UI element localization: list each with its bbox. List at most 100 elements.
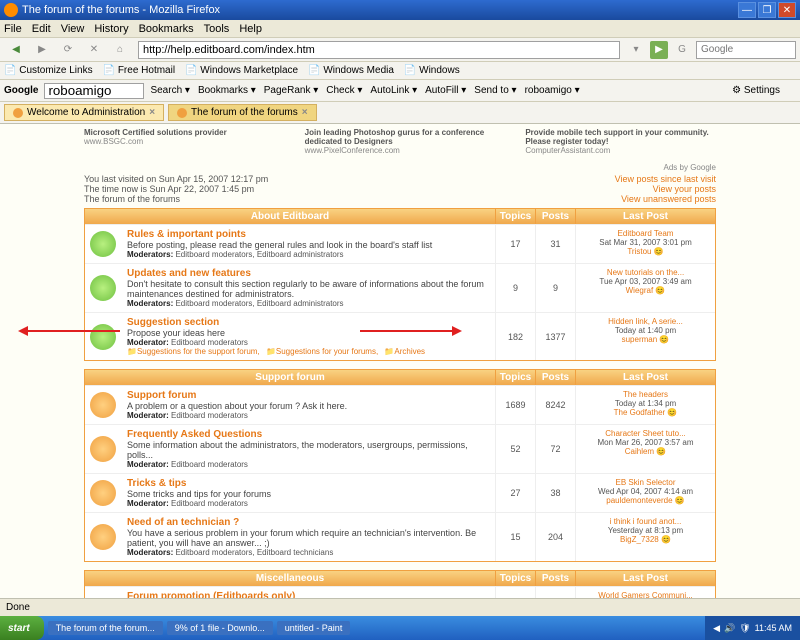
tab-close-icon[interactable]: × [302,107,308,118]
forum-link[interactable]: Forum promotion (Editboards only) [127,591,489,598]
maximize-button[interactable]: ❐ [758,2,776,18]
forum-moderators: Moderators: Editboard moderators, Editbo… [127,299,489,308]
last-post[interactable]: Editboard TeamSat Mar 31, 2007 3:01 pmTr… [575,225,715,263]
browser-tab[interactable]: The forum of the forums× [168,104,317,121]
reload-button[interactable]: ⟳ [56,40,80,60]
forum-status-icon [90,480,116,506]
view-unanswered-link[interactable]: View unanswered posts [621,194,716,204]
clock: 11:45 AM [755,623,792,633]
url-input[interactable]: http://help.editboard.com/index.htm [138,41,620,59]
gtoolbar-item[interactable]: roboamigo ▾ [525,85,580,96]
menu-bookmarks[interactable]: Bookmarks [139,23,194,35]
menu-history[interactable]: History [94,23,128,35]
menu-edit[interactable]: Edit [32,23,51,35]
forum-status-icon [90,231,116,257]
forum-row: Rules & important points Before posting,… [85,224,715,263]
stop-button[interactable]: ✕ [82,40,106,60]
search-input[interactable] [696,41,796,59]
forum-description: Some tricks and tips for your forums [127,489,489,499]
start-button[interactable]: start [0,616,44,640]
forum-description: You have a serious problem in your forum… [127,528,489,548]
last-post[interactable]: Character Sheet tuto...Mon Mar 26, 2007 … [575,425,715,473]
bookmark-link[interactable]: 📄 Windows [404,65,460,76]
subforum-link[interactable]: 📁Suggestions for your forums, [266,347,378,356]
last-post[interactable]: The headersToday at 1:34 pmThe Godfather… [575,386,715,424]
google-toolbar: Google Search ▾Bookmarks ▾PageRank ▾Chec… [0,80,800,102]
tab-close-icon[interactable]: × [149,107,155,118]
view-your-posts-link[interactable]: View your posts [653,184,716,194]
last-post[interactable]: i think i found anot...Yesterday at 8:13… [575,513,715,561]
system-tray[interactable]: ◀🔊🛡11:45 AM [705,616,800,640]
view-posts-since-link[interactable]: View posts since last visit [615,174,716,184]
close-button[interactable]: ✕ [778,2,796,18]
firefox-icon [4,3,18,17]
bookmark-link[interactable]: 📄 Customize Links [4,65,93,76]
forward-button[interactable]: ▶ [30,40,54,60]
last-post[interactable]: Hidden link, A serie...Today at 1:40 pms… [575,313,715,360]
ad-block[interactable]: Microsoft Certified solutions providerww… [84,128,275,155]
dropdown-button[interactable]: ▾ [624,40,648,60]
bookmark-link[interactable]: 📄 Windows Media [308,65,394,76]
menu-bar: File Edit View History Bookmarks Tools Help [0,20,800,38]
topics-count: 182 [495,313,535,360]
forum-link[interactable]: Updates and new features [127,268,489,279]
page-content: Microsoft Certified solutions providerww… [0,124,800,598]
menu-help[interactable]: Help [239,23,262,35]
window-titlebar: The forum of the forums - Mozilla Firefo… [0,0,800,20]
menu-view[interactable]: View [61,23,85,35]
ad-block[interactable]: Provide mobile tech support in your comm… [525,128,716,155]
google-search-input[interactable] [44,83,144,99]
forum-link[interactable]: Frequently Asked Questions [127,429,489,440]
search-engine-button[interactable]: G [670,40,694,60]
forum-link[interactable]: Support forum [127,390,489,401]
browser-tab[interactable]: Welcome to Administration× [4,104,164,121]
minimize-button[interactable]: — [738,2,756,18]
forum-moderators: Moderator: Editboard moderators [127,338,489,347]
forum-link[interactable]: Suggestion section [127,317,489,328]
last-post[interactable]: World Gamers Communi...Yesterday at 3:14… [575,587,715,598]
window-title: The forum of the forums - Mozilla Firefo… [22,4,220,16]
gtoolbar-item[interactable]: Send to ▾ [474,85,516,96]
posts-count: 118 [535,587,575,598]
section-header: About EditboardTopicsPostsLast Post [85,209,715,224]
go-button[interactable]: ▶ [650,41,668,59]
gtoolbar-item[interactable]: PageRank ▾ [264,85,319,96]
last-post[interactable]: New tutorials on the...Tue Apr 03, 2007 … [575,264,715,312]
forum-moderators: Moderator: Editboard moderators [127,460,489,469]
forum-row: Support forum A problem or a question ab… [85,385,715,424]
forum-row: Tricks & tips Some tricks and tips for y… [85,473,715,512]
gtoolbar-item[interactable]: AutoFill ▾ [425,85,466,96]
home-button[interactable]: ⌂ [108,40,132,60]
taskbar-item[interactable]: 9% of 1 file - Downlo... [167,621,273,635]
forum-link[interactable]: Tricks & tips [127,478,489,489]
forum-link[interactable]: Rules & important points [127,229,489,240]
gtoolbar-item[interactable]: AutoLink ▾ [370,85,417,96]
forum-description: A problem or a question about your forum… [127,401,489,411]
bookmark-link[interactable]: 📄 Windows Marketplace [185,65,298,76]
taskbar-item[interactable]: untitled - Paint [277,621,351,635]
posts-count: 9 [535,264,575,312]
topics-count: 1689 [495,386,535,424]
topics-count: 47 [495,587,535,598]
tab-favicon [177,108,187,118]
forum-row: Updates and new features Don't hesitate … [85,263,715,312]
topics-count: 52 [495,425,535,473]
menu-tools[interactable]: Tools [204,23,230,35]
back-button[interactable]: ◀ [4,40,28,60]
forum-description: Before posting, please read the general … [127,240,489,250]
gtoolbar-item[interactable]: Bookmarks ▾ [198,85,256,96]
menu-file[interactable]: File [4,23,22,35]
bookmark-link[interactable]: 📄 Free Hotmail [103,65,175,76]
ad-block[interactable]: Join leading Photoshop gurus for a confe… [305,128,496,155]
taskbar-item[interactable]: The forum of the forum... [48,621,163,635]
last-post[interactable]: EB Skin SelectorWed Apr 04, 2007 4:14 am… [575,474,715,512]
forum-status-icon [90,275,116,301]
forum-description: Propose your ideas here [127,328,489,338]
subforum-link[interactable]: 📁Archives [384,347,425,356]
subforum-link[interactable]: 📁Suggestions for the support forum, [127,347,260,356]
toolbar-settings[interactable]: ⚙ Settings [732,85,788,96]
forum-status-icon [90,392,116,418]
gtoolbar-item[interactable]: Search ▾ [150,85,189,96]
gtoolbar-item[interactable]: Check ▾ [326,85,362,96]
forum-link[interactable]: Need of an technician ? [127,517,489,528]
